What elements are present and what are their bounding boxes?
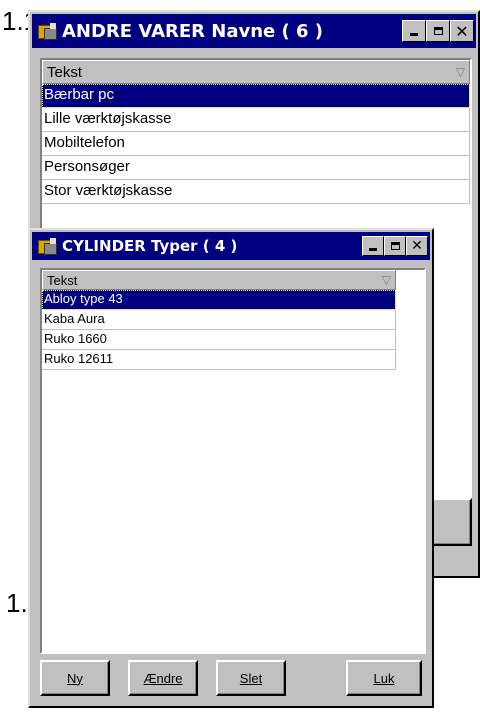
close-icon[interactable]: ✕ [450,20,474,42]
maximize-icon[interactable] [384,236,406,256]
cylinder-titlebar[interactable]: CYLINDER Typer ( 4 ) ✕ [32,232,430,260]
column-header-label: Tekst [47,63,83,81]
close-button[interactable]: Luk [346,660,422,696]
list-item[interactable]: Ruko 12611 [42,350,396,370]
sort-filter-icon[interactable]: ▽ [382,273,391,287]
list-item[interactable]: Lille værktøjskasse [42,108,470,132]
list-item[interactable]: Stor værktøjskasse [42,180,470,204]
delete-button[interactable]: Slet [216,660,286,696]
new-button[interactable]: Ny [40,660,110,696]
cylinder-window: CYLINDER Typer ( 4 ) ✕ Tekst ▽ Abloy typ… [28,228,434,708]
column-header-label: Tekst [47,272,78,288]
sort-filter-icon[interactable]: ▽ [456,65,465,79]
close-icon[interactable]: ✕ [406,236,428,256]
column-header[interactable]: Tekst ▽ [42,270,396,290]
list-item[interactable]: Abloy type 43 [42,290,396,310]
minimize-icon[interactable] [402,20,426,42]
list-item[interactable]: Personsøger [42,156,470,180]
minimize-icon[interactable] [362,236,384,256]
cylinder-list[interactable]: Tekst ▽ Abloy type 43 Kaba Aura Ruko 166… [40,268,426,654]
list-item[interactable]: Ruko 1660 [42,330,396,350]
maximize-icon[interactable] [426,20,450,42]
andre-varer-titlebar[interactable]: ANDRE VARER Navne ( 6 ) ✕ [32,14,476,48]
app-icon [36,237,58,255]
column-header[interactable]: Tekst ▽ [42,60,470,84]
window-title: ANDRE VARER Navne ( 6 ) [62,20,324,42]
list-item[interactable]: Kaba Aura [42,310,396,330]
list-item[interactable]: Bærbar pc [42,84,470,108]
window-title: CYLINDER Typer ( 4 ) [62,237,238,255]
list-item[interactable]: Mobiltelefon [42,132,470,156]
app-icon [36,22,58,40]
edit-button[interactable]: Ændre [128,660,198,696]
